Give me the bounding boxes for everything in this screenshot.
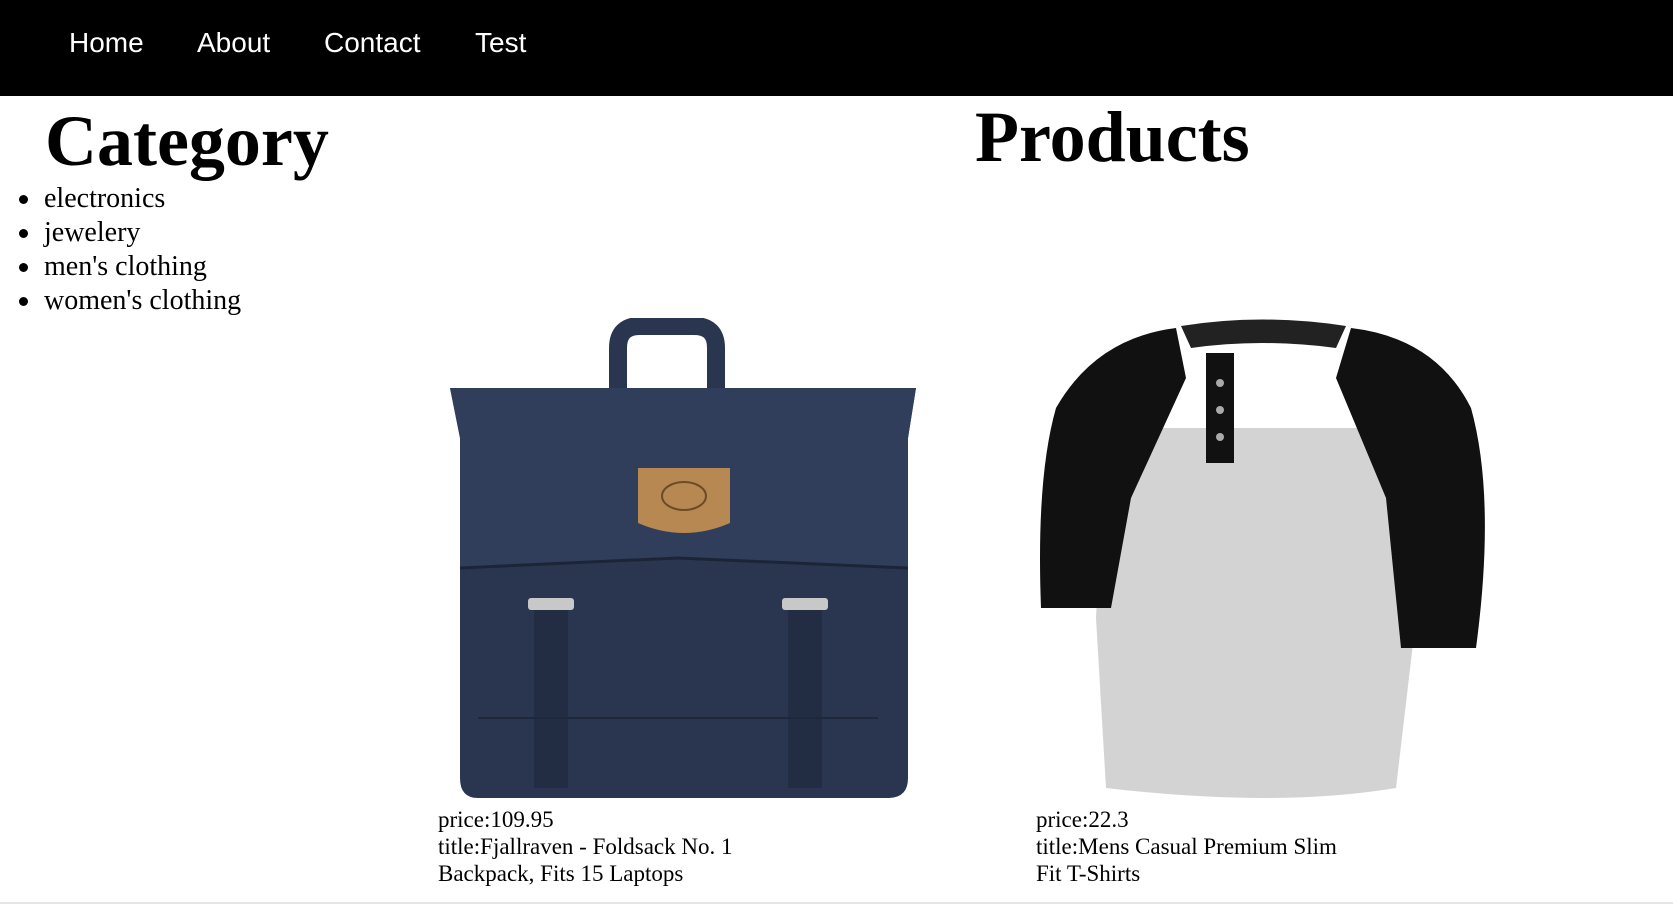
products-heading: Products (975, 97, 1250, 177)
bullet-icon (19, 263, 28, 272)
bullet-icon (19, 229, 28, 238)
raglan-tshirt-image (1036, 318, 1516, 806)
bullet-icon (19, 297, 28, 306)
category-item-jewelery[interactable]: jewelery (0, 216, 241, 250)
nav-link-home[interactable]: Home (69, 26, 144, 60)
category-label: men's clothing (44, 251, 207, 282)
category-item-womens-clothing[interactable]: women's clothing (0, 284, 241, 318)
product-card-tshirt[interactable]: price:22.3 title:Mens Casual Premium Sli… (1036, 318, 1516, 887)
nav-link-test[interactable]: Test (475, 26, 526, 60)
category-heading: Category (45, 101, 329, 181)
top-navbar: Home About Contact Test (0, 0, 1673, 96)
product-title: title:Mens Casual Premium Slim Fit T-Shi… (1036, 834, 1337, 886)
category-list: electronics jewelery men's clothing wome… (0, 182, 241, 318)
page-bottom-divider (0, 902, 1673, 904)
nav-link-contact[interactable]: Contact (324, 26, 421, 60)
category-label: women's clothing (44, 285, 242, 316)
category-label: jewelery (44, 217, 141, 248)
navy-backpack-image (438, 318, 918, 806)
product-card-backpack[interactable]: price:109.95 title:Fjallraven - Foldsack… (438, 318, 918, 887)
product-price: price:22.3 (1036, 807, 1129, 832)
category-label: electronics (44, 183, 166, 214)
category-item-mens-clothing[interactable]: men's clothing (0, 250, 241, 284)
nav-link-about[interactable]: About (197, 26, 270, 60)
bullet-icon (19, 195, 28, 204)
category-item-electronics[interactable]: electronics (0, 182, 241, 216)
product-price: price:109.95 (438, 807, 554, 832)
product-title: title:Fjallraven - Foldsack No. 1 Backpa… (438, 834, 733, 886)
